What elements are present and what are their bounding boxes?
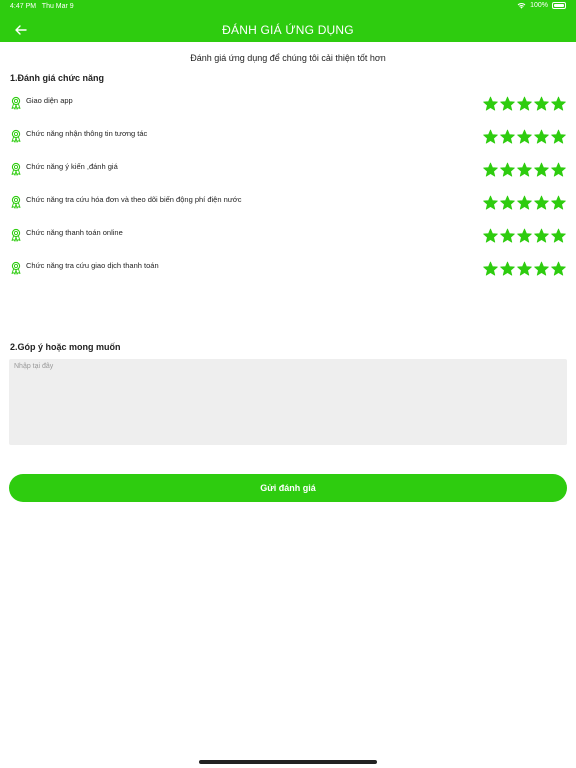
award-icon <box>10 129 22 143</box>
star-icon[interactable] <box>483 96 498 111</box>
star-icon[interactable] <box>483 195 498 210</box>
star-icon[interactable] <box>517 261 532 276</box>
star-icon[interactable] <box>500 261 515 276</box>
star-icon[interactable] <box>500 228 515 243</box>
feature-label: Chức năng ý kiến ,đánh giá <box>26 162 118 171</box>
star-icon[interactable] <box>517 96 532 111</box>
star-icon[interactable] <box>483 261 498 276</box>
star-icon[interactable] <box>534 129 549 144</box>
feature-label: Chức năng nhận thông tin tương tác <box>26 129 148 138</box>
feedback-input[interactable] <box>9 359 567 445</box>
feature-row: Chức năng ý kiến ,đánh giá <box>10 162 566 180</box>
feature-row: Chức năng tra cứu hóa đơn và theo dõi bi… <box>10 195 566 213</box>
star-icon[interactable] <box>551 96 566 111</box>
star-icon[interactable] <box>551 261 566 276</box>
award-icon <box>10 261 22 275</box>
status-bar: 4:47 PM Thu Mar 9 100% <box>0 0 576 14</box>
award-icon <box>10 96 22 110</box>
battery-icon <box>552 2 566 9</box>
feature-label: Chức năng tra cứu giao dịch thanh toán <box>26 261 159 270</box>
status-time-text: 4:47 PM <box>10 3 37 10</box>
app-header: 4:47 PM Thu Mar 9 100% ĐÁNH GIÁ ỨNG DỤNG <box>0 0 576 42</box>
star-icon[interactable] <box>534 96 549 111</box>
star-rating <box>483 162 566 177</box>
star-rating <box>483 96 566 111</box>
page-title: ĐÁNH GIÁ ỨNG DỤNG <box>222 23 354 37</box>
star-icon[interactable] <box>500 96 515 111</box>
star-icon[interactable] <box>551 162 566 177</box>
star-icon[interactable] <box>483 129 498 144</box>
star-icon[interactable] <box>551 129 566 144</box>
star-icon[interactable] <box>517 228 532 243</box>
star-icon[interactable] <box>517 129 532 144</box>
star-icon[interactable] <box>534 228 549 243</box>
feature-row: Chức năng thanh toán online <box>10 228 566 246</box>
star-icon[interactable] <box>500 162 515 177</box>
star-icon[interactable] <box>534 261 549 276</box>
star-icon[interactable] <box>500 129 515 144</box>
section-title-ratings: 1.Đánh giá chức năng <box>10 73 105 83</box>
page-subtitle: Đánh giá ứng dụng để chúng tôi cải thiện… <box>190 53 386 63</box>
star-icon[interactable] <box>534 162 549 177</box>
feature-row: Chức năng tra cứu giao dịch thanh toán <box>10 261 566 279</box>
star-rating <box>483 129 566 144</box>
feature-label: Chức năng tra cứu hóa đơn và theo dõi bi… <box>26 195 242 204</box>
home-indicator <box>199 760 377 764</box>
section-title-feedback: 2.Góp ý hoặc mong muốn <box>10 342 121 352</box>
star-icon[interactable] <box>500 195 515 210</box>
wifi-icon <box>517 3 526 9</box>
feature-label: Chức năng thanh toán online <box>26 228 123 237</box>
award-icon <box>10 228 22 242</box>
battery-percent: 100% <box>530 2 548 9</box>
feedback-box <box>9 359 567 445</box>
star-icon[interactable] <box>483 228 498 243</box>
star-icon[interactable] <box>517 162 532 177</box>
star-icon[interactable] <box>517 195 532 210</box>
status-right: 100% <box>517 2 566 9</box>
award-icon <box>10 195 22 209</box>
star-icon[interactable] <box>534 195 549 210</box>
star-rating <box>483 195 566 210</box>
feature-label: Giao diện app <box>26 96 73 105</box>
award-icon <box>10 162 22 176</box>
status-date-text: Thu Mar 9 <box>41 3 74 10</box>
star-icon[interactable] <box>551 228 566 243</box>
star-rating <box>483 261 566 276</box>
star-rating <box>483 228 566 243</box>
star-icon[interactable] <box>483 162 498 177</box>
submit-rating-button[interactable]: Gửi đánh giá <box>9 474 567 502</box>
feature-row: Giao diện app <box>10 96 566 114</box>
status-time: 4:47 PM Thu Mar 9 <box>10 3 74 10</box>
feature-row: Chức năng nhận thông tin tương tác <box>10 129 566 147</box>
star-icon[interactable] <box>551 195 566 210</box>
